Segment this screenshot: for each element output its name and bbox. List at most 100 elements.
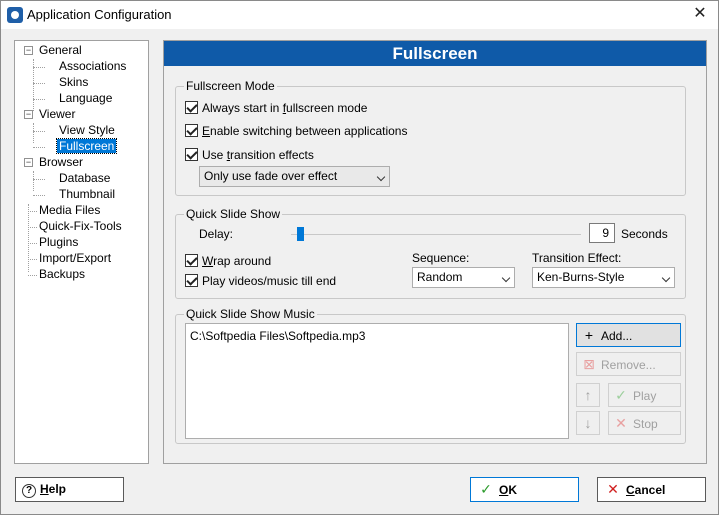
checkbox-label: rap around [213,254,272,268]
panel-content: Fullscreen Mode Always start in fullscre… [164,66,706,463]
tree-item-quick-fix-tools[interactable]: Quick-Fix-Tools [37,219,124,234]
play-videos-till-end-checkbox[interactable]: Play videos/music till end [185,273,336,289]
button-label: Remove... [601,358,656,372]
plus-icon: + [584,327,594,343]
panel-title: Fullscreen [164,41,706,66]
checkbox-label: nable switching between applications [210,124,408,138]
tree-line [28,259,37,260]
checkbox-label: Use [202,148,227,162]
select-value: Ken-Burns-Style [537,270,625,284]
ok-button[interactable]: ✓ OK [470,477,579,502]
close-icon[interactable]: ✕ [690,4,710,24]
tree-item-view-style[interactable]: View Style [57,123,117,138]
chevron-down-icon [376,172,386,182]
collapse-icon[interactable]: − [24,110,33,119]
arrow-up-icon: ↑ [584,387,592,403]
tree-item-label: Backups [39,267,86,281]
button-label: Add... [601,329,633,343]
button-label: ancel [634,483,666,497]
tree-item-plugins[interactable]: Plugins [37,235,80,250]
app-icon [7,7,23,23]
select-value: Only use fade over effect [204,169,338,183]
tree-item-label: Media Files [39,203,101,217]
collapse-icon[interactable]: − [24,158,33,167]
always-start-fullscreen-checkbox[interactable]: Always start in fullscreen mode [185,100,367,116]
transition-effect-select[interactable]: Ken-Burns-Style [532,267,675,288]
music-file-list[interactable]: C:\Softpedia Files\Softpedia.mp3 [185,323,569,439]
group-title: Quick Slide Show [184,207,283,221]
tree-item-database[interactable]: Database [57,171,112,186]
collapse-icon[interactable]: − [24,46,33,55]
chevron-down-icon [661,273,671,283]
tree-item-general[interactable]: General [37,43,84,58]
tree-line [33,179,45,180]
play-button[interactable]: ✓ Play [608,383,681,407]
tree-item-language[interactable]: Language [57,91,114,106]
use-transition-effects-checkbox[interactable]: Use transition effects [185,147,314,163]
tree-item-label: View Style [59,123,115,137]
delay-seconds-input[interactable]: 9 [589,223,615,243]
help-button[interactable]: ? Help [15,477,124,502]
checkbox-checked-icon [185,124,198,138]
group-title: Quick Slide Show Music [184,307,317,321]
tree-item-skins[interactable]: Skins [57,75,90,90]
checkbox-checked-icon [185,254,198,268]
tree-item-media-files[interactable]: Media Files [37,203,102,218]
arrow-down-icon: ↓ [584,415,592,431]
tree-item-label: General [39,43,82,57]
delay-label: Delay: [199,227,234,241]
sequence-select[interactable]: Random [412,267,515,288]
add-music-button[interactable]: + Add... [576,323,681,347]
tree-item-label: Quick-Fix-Tools [39,219,122,233]
tree-item-viewer[interactable]: Viewer [37,107,77,122]
tree-item-associations[interactable]: Associations [57,59,128,74]
tree-item-label: Import/Export [39,251,112,265]
stop-icon: ✕ [615,415,627,431]
window-title: Application Configuration [27,7,172,22]
group-title: Fullscreen Mode [184,79,277,93]
checkbox-label: Play videos/music till end [202,274,337,288]
tree-item-label: Plugins [39,235,79,249]
settings-panel: Fullscreen Fullscreen Mode Always start … [163,40,707,464]
tree-item-fullscreen[interactable]: Fullscreen [55,138,118,154]
tree-item-backups[interactable]: Backups [37,267,87,282]
remove-music-button[interactable]: ⊠ Remove... [576,352,681,376]
move-up-button[interactable]: ↑ [576,383,600,407]
tree-item-browser[interactable]: Browser [37,155,85,170]
tree-item-thumbnail[interactable]: Thumbnail [57,187,117,202]
transition-mode-select[interactable]: Only use fade over effect [199,166,390,187]
fullscreen-mode-group: Fullscreen Mode Always start in fullscre… [175,79,686,196]
checkbox-label: Always start in [202,101,283,115]
checkbox-label-accelerator: W [202,254,214,268]
wrap-around-checkbox[interactable]: Wrap around [185,253,271,269]
seconds-label: Seconds [621,227,668,241]
tree-line [33,195,45,196]
list-item[interactable]: C:\Softpedia Files\Softpedia.mp3 [190,329,365,343]
delay-slider-track[interactable] [291,234,581,235]
button-label: Play [633,389,657,403]
tree-line [28,275,37,276]
tree-item-label: Skins [59,75,89,89]
checkmark-icon: ✓ [480,481,492,497]
tree-item-label: Database [59,171,111,185]
delay-slider-thumb[interactable] [296,227,304,241]
close-icon: ✕ [607,481,619,497]
chevron-down-icon [501,273,511,283]
move-down-button[interactable]: ↓ [576,411,600,435]
tree-line [33,123,34,143]
select-value: Random [417,270,463,284]
checkbox-checked-icon [185,101,198,115]
settings-tree[interactable]: − General Associations Skins Language − … [14,40,149,464]
enable-switching-checkbox[interactable]: Enable switching between applications [185,123,407,139]
tree-item-import-export[interactable]: Import/Export [37,251,113,266]
button-label-accelerator: H [40,482,49,496]
stop-button[interactable]: ✕ Stop [608,411,681,435]
tree-item-label: Thumbnail [59,187,116,201]
help-icon: ? [22,484,36,498]
cancel-button[interactable]: ✕ Cancel [597,477,706,502]
sequence-label: Sequence: [412,251,470,265]
tree-line [28,227,37,228]
tree-line [33,131,45,132]
button-label: K [508,483,518,497]
button-label-accelerator: O [499,483,509,497]
